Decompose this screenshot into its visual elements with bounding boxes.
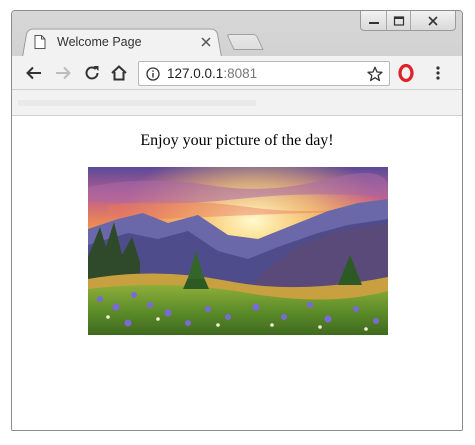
forward-arrow-icon: [56, 66, 71, 80]
forward-button[interactable]: [53, 63, 73, 83]
page-heading: Enjoy your picture of the day!: [140, 132, 334, 149]
menu-button[interactable]: [428, 63, 448, 83]
close-window-button[interactable]: [411, 11, 455, 30]
tab-close-icon[interactable]: [199, 35, 213, 49]
active-tab-content: Welcome Page: [34, 27, 222, 57]
maximize-button[interactable]: [387, 11, 411, 30]
star-icon[interactable]: [367, 66, 383, 82]
back-button[interactable]: [24, 63, 44, 83]
info-icon[interactable]: [146, 67, 160, 81]
url-port: :8081: [223, 66, 258, 81]
tab-title: Welcome Page: [57, 35, 142, 49]
url-text: 127.0.0.1:8081: [167, 66, 257, 81]
toolbar: 127.0.0.1:8081: [12, 56, 462, 90]
new-tab-button[interactable]: [226, 34, 264, 50]
back-arrow-icon: [26, 66, 41, 80]
opera-icon: [398, 64, 414, 82]
bookmarks-bar-shade: [18, 100, 256, 106]
address-bar[interactable]: 127.0.0.1:8081: [138, 61, 390, 86]
url-host: 127.0.0.1: [167, 66, 224, 81]
opera-extension-button[interactable]: [396, 63, 416, 83]
kebab-menu-icon: [436, 66, 440, 80]
document-icon: [34, 35, 46, 49]
page-content: Enjoy your picture of the day!: [12, 116, 462, 430]
home-button[interactable]: [109, 63, 129, 83]
reload-icon: [85, 66, 99, 80]
picture-of-the-day: [88, 167, 388, 335]
window-controls: [360, 11, 456, 31]
maximize-icon: [393, 15, 404, 26]
reload-button[interactable]: [82, 63, 102, 83]
browser-window: Welcome Page 127.0.0.1:8081 Enjoy your p…: [11, 10, 463, 431]
home-icon: [111, 65, 127, 81]
title-bar: Welcome Page: [12, 11, 462, 57]
close-icon: [428, 15, 438, 26]
minimize-icon: [368, 21, 379, 24]
minimize-button[interactable]: [361, 11, 387, 30]
bookmarks-bar: [12, 90, 462, 116]
